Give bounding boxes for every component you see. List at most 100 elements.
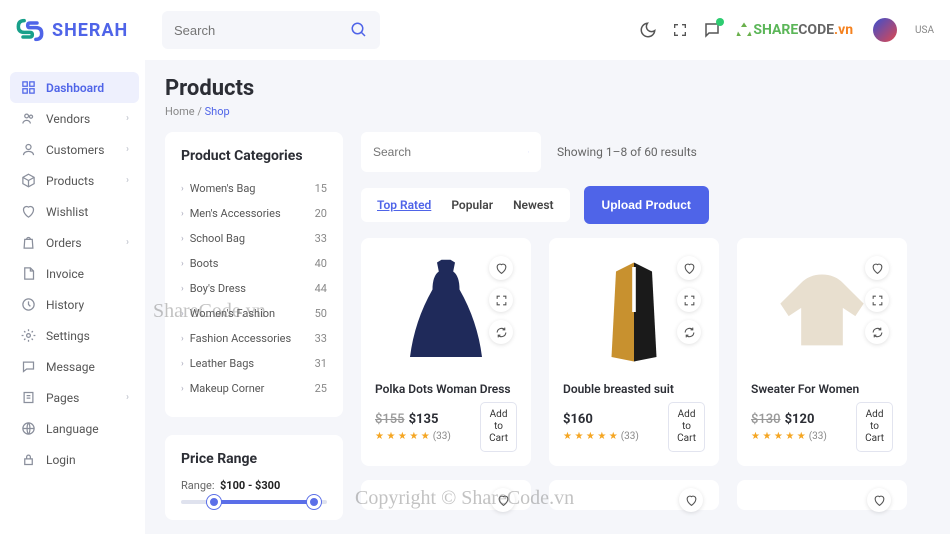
- grid-icon: [20, 80, 36, 95]
- chevron-right-icon: ›: [181, 234, 184, 244]
- category-item[interactable]: ›Women's Fashion50: [181, 301, 327, 326]
- refresh-icon: [495, 326, 508, 339]
- category-item[interactable]: ›Women's Bag15: [181, 176, 327, 201]
- search-icon: [350, 21, 368, 39]
- product-card[interactable]: [361, 480, 531, 510]
- wishlist-button[interactable]: [489, 256, 513, 280]
- expand-icon: [495, 294, 508, 307]
- heart-icon: [873, 494, 886, 507]
- sidebar-item-wishlist[interactable]: Wishlist: [10, 196, 139, 227]
- product-card[interactable]: [737, 480, 907, 510]
- compare-button[interactable]: [677, 320, 701, 344]
- category-count: 44: [315, 282, 327, 295]
- header-search[interactable]: [162, 11, 380, 49]
- add-to-cart-button[interactable]: AddtoCart: [480, 402, 517, 452]
- sharecode-badge: SHARECODE.vn: [735, 21, 853, 39]
- sidebar-item-pages[interactable]: Pages›: [10, 382, 139, 413]
- sidebar-item-message[interactable]: Message: [10, 351, 139, 382]
- user-avatar[interactable]: [873, 18, 897, 42]
- product-card[interactable]: Polka Dots Woman Dress $155$135 ★ ★ ★ ★ …: [361, 238, 531, 466]
- price-range-label: Range: $100 - $300: [181, 479, 327, 492]
- sidebar-item-customers[interactable]: Customers›: [10, 134, 139, 165]
- price-range-slider[interactable]: [181, 500, 327, 504]
- breadcrumb-home[interactable]: Home: [165, 105, 195, 118]
- breadcrumb-current[interactable]: Shop: [205, 105, 230, 118]
- add-to-cart-button[interactable]: AddtoCart: [856, 402, 893, 452]
- category-item[interactable]: ›Leather Bags31: [181, 351, 327, 376]
- product-search[interactable]: [361, 132, 541, 172]
- quickview-button[interactable]: [489, 288, 513, 312]
- wishlist-button[interactable]: [865, 256, 889, 280]
- category-item[interactable]: ›Boots40: [181, 251, 327, 276]
- categories-card: Product Categories ›Women's Bag15›Men's …: [165, 132, 343, 417]
- slider-handle-max[interactable]: [307, 495, 321, 509]
- product-card[interactable]: Sweater For Women $130$120 ★ ★ ★ ★ ★(33)…: [737, 238, 907, 466]
- users-icon: [20, 111, 36, 126]
- product-rating: ★ ★ ★ ★ ★(33): [563, 431, 639, 442]
- chevron-right-icon: ›: [126, 175, 129, 186]
- category-item[interactable]: ›Fashion Accessories33: [181, 326, 327, 351]
- sidebar-item-label: History: [46, 298, 84, 312]
- chevron-right-icon: ›: [181, 384, 184, 394]
- sidebar-item-language[interactable]: Language: [10, 413, 139, 444]
- wishlist-button[interactable]: [491, 488, 515, 512]
- slider-handle-min[interactable]: [207, 495, 221, 509]
- product-card[interactable]: [549, 480, 719, 510]
- tab-top-rated[interactable]: Top Rated: [377, 198, 431, 212]
- lock-icon: [20, 452, 36, 467]
- category-item[interactable]: ›School Bag33: [181, 226, 327, 251]
- heart-icon: [871, 262, 884, 275]
- messages-button[interactable]: [703, 21, 721, 39]
- wishlist-button[interactable]: [679, 488, 703, 512]
- results-count: Showing 1–8 of 60 results: [557, 145, 697, 159]
- wishlist-button[interactable]: [867, 488, 891, 512]
- recycle-icon: [735, 21, 753, 39]
- compare-button[interactable]: [489, 320, 513, 344]
- category-label: Women's Fashion: [190, 307, 275, 320]
- price-range-title: Price Range: [181, 451, 327, 467]
- category-label: Women's Bag: [190, 182, 256, 195]
- sidebar-item-products[interactable]: Products ›: [10, 165, 139, 196]
- category-item[interactable]: ›Makeup Corner25: [181, 376, 327, 401]
- heart-icon: [497, 494, 510, 507]
- sidebar-item-label: Dashboard: [46, 81, 104, 95]
- sidebar-item-label: Products: [46, 174, 94, 188]
- sidebar-item-vendors[interactable]: Vendors›: [10, 103, 139, 134]
- brand-logo[interactable]: SHERAH: [16, 16, 146, 44]
- bag-icon: [20, 235, 36, 250]
- product-title: Sweater For Women: [751, 382, 893, 396]
- sidebar-item-settings[interactable]: Settings: [10, 320, 139, 351]
- product-search-input[interactable]: [373, 145, 528, 159]
- sidebar-item-history[interactable]: History: [10, 289, 139, 320]
- sidebar-item-invoice[interactable]: Invoice: [10, 258, 139, 289]
- quickview-button[interactable]: [865, 288, 889, 312]
- tab-newest[interactable]: Newest: [513, 198, 553, 212]
- sidebar-item-orders[interactable]: Orders›: [10, 227, 139, 258]
- product-card[interactable]: Double breasted suit $160 ★ ★ ★ ★ ★(33) …: [549, 238, 719, 466]
- page-title: Products: [165, 76, 930, 101]
- header-search-input[interactable]: [174, 23, 350, 38]
- quickview-button[interactable]: [677, 288, 701, 312]
- sidebar-item-label: Language: [46, 422, 99, 436]
- sidebar-item-label: Invoice: [46, 267, 84, 281]
- theme-toggle[interactable]: [639, 21, 657, 39]
- tab-popular[interactable]: Popular: [451, 198, 493, 212]
- compare-button[interactable]: [865, 320, 889, 344]
- history-icon: [20, 297, 36, 312]
- category-count: 40: [315, 257, 327, 270]
- category-item[interactable]: ›Boy's Dress44: [181, 276, 327, 301]
- category-count: 33: [315, 332, 327, 345]
- refresh-icon: [683, 326, 696, 339]
- sidebar-item-login[interactable]: Login: [10, 444, 139, 475]
- upload-product-button[interactable]: Upload Product: [584, 186, 709, 224]
- category-label: Boy's Dress: [190, 282, 246, 295]
- category-count: 33: [315, 232, 327, 245]
- wishlist-button[interactable]: [677, 256, 701, 280]
- product-image: [563, 252, 705, 372]
- add-to-cart-button[interactable]: AddtoCart: [668, 402, 705, 452]
- sidebar-item-dashboard[interactable]: Dashboard: [10, 72, 139, 103]
- expand-icon: [672, 22, 688, 38]
- category-item[interactable]: ›Men's Accessories20: [181, 201, 327, 226]
- fullscreen-toggle[interactable]: [671, 21, 689, 39]
- category-label: Boots: [190, 257, 219, 270]
